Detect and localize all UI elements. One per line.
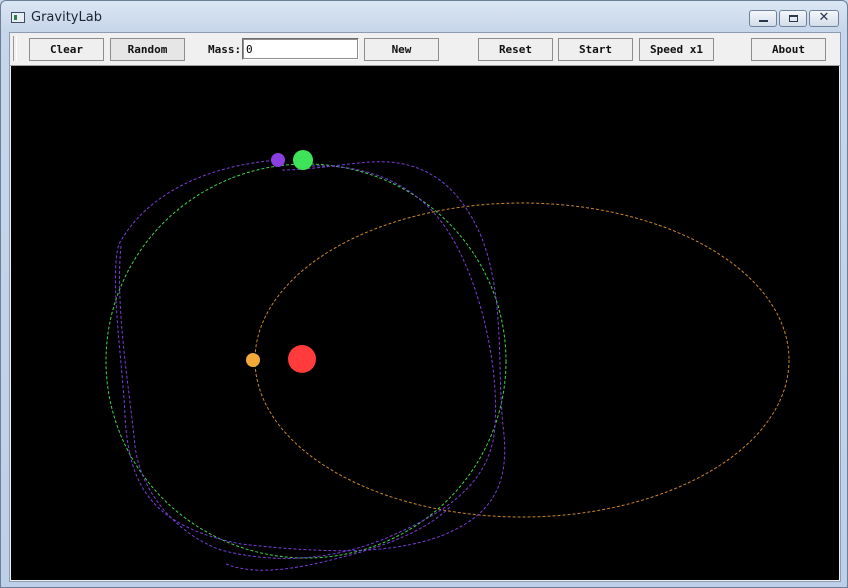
random-button[interactable]: Random <box>110 38 185 61</box>
app-window: GravityLab ✕ Clear Random Mass: New Rese… <box>0 0 848 588</box>
mass-label: Mass: <box>208 43 242 56</box>
mass-input[interactable] <box>242 38 359 60</box>
maximize-icon <box>789 15 798 22</box>
close-button[interactable]: ✕ <box>809 10 839 27</box>
new-button[interactable]: New <box>364 38 439 61</box>
minimize-button[interactable] <box>749 10 777 27</box>
close-icon: ✕ <box>818 10 830 25</box>
clear-button[interactable]: Clear <box>29 38 104 61</box>
minimize-icon <box>759 20 768 22</box>
maximize-button[interactable] <box>779 10 807 27</box>
toolbar-grip[interactable] <box>13 36 17 61</box>
window-controls: ✕ <box>749 10 839 27</box>
orbit-view <box>11 66 839 580</box>
reset-button[interactable]: Reset <box>478 38 553 61</box>
about-button[interactable]: About <box>751 38 826 61</box>
client-area: Clear Random Mass: New Reset Start Speed… <box>9 32 841 582</box>
orange-body[interactable] <box>246 353 260 367</box>
title-bar[interactable]: GravityLab ✕ <box>1 1 847 33</box>
window-title: GravityLab <box>31 10 102 25</box>
start-button[interactable]: Start <box>558 38 633 61</box>
sun-body[interactable] <box>288 345 316 373</box>
canvas-background <box>11 66 839 580</box>
toolbar: Clear Random Mass: New Reset Start Speed… <box>10 33 840 66</box>
simulation-canvas[interactable] <box>11 66 839 580</box>
green-body[interactable] <box>293 150 313 170</box>
speed-button[interactable]: Speed x1 <box>639 38 714 61</box>
app-icon <box>11 12 25 23</box>
purple-body[interactable] <box>271 153 285 167</box>
